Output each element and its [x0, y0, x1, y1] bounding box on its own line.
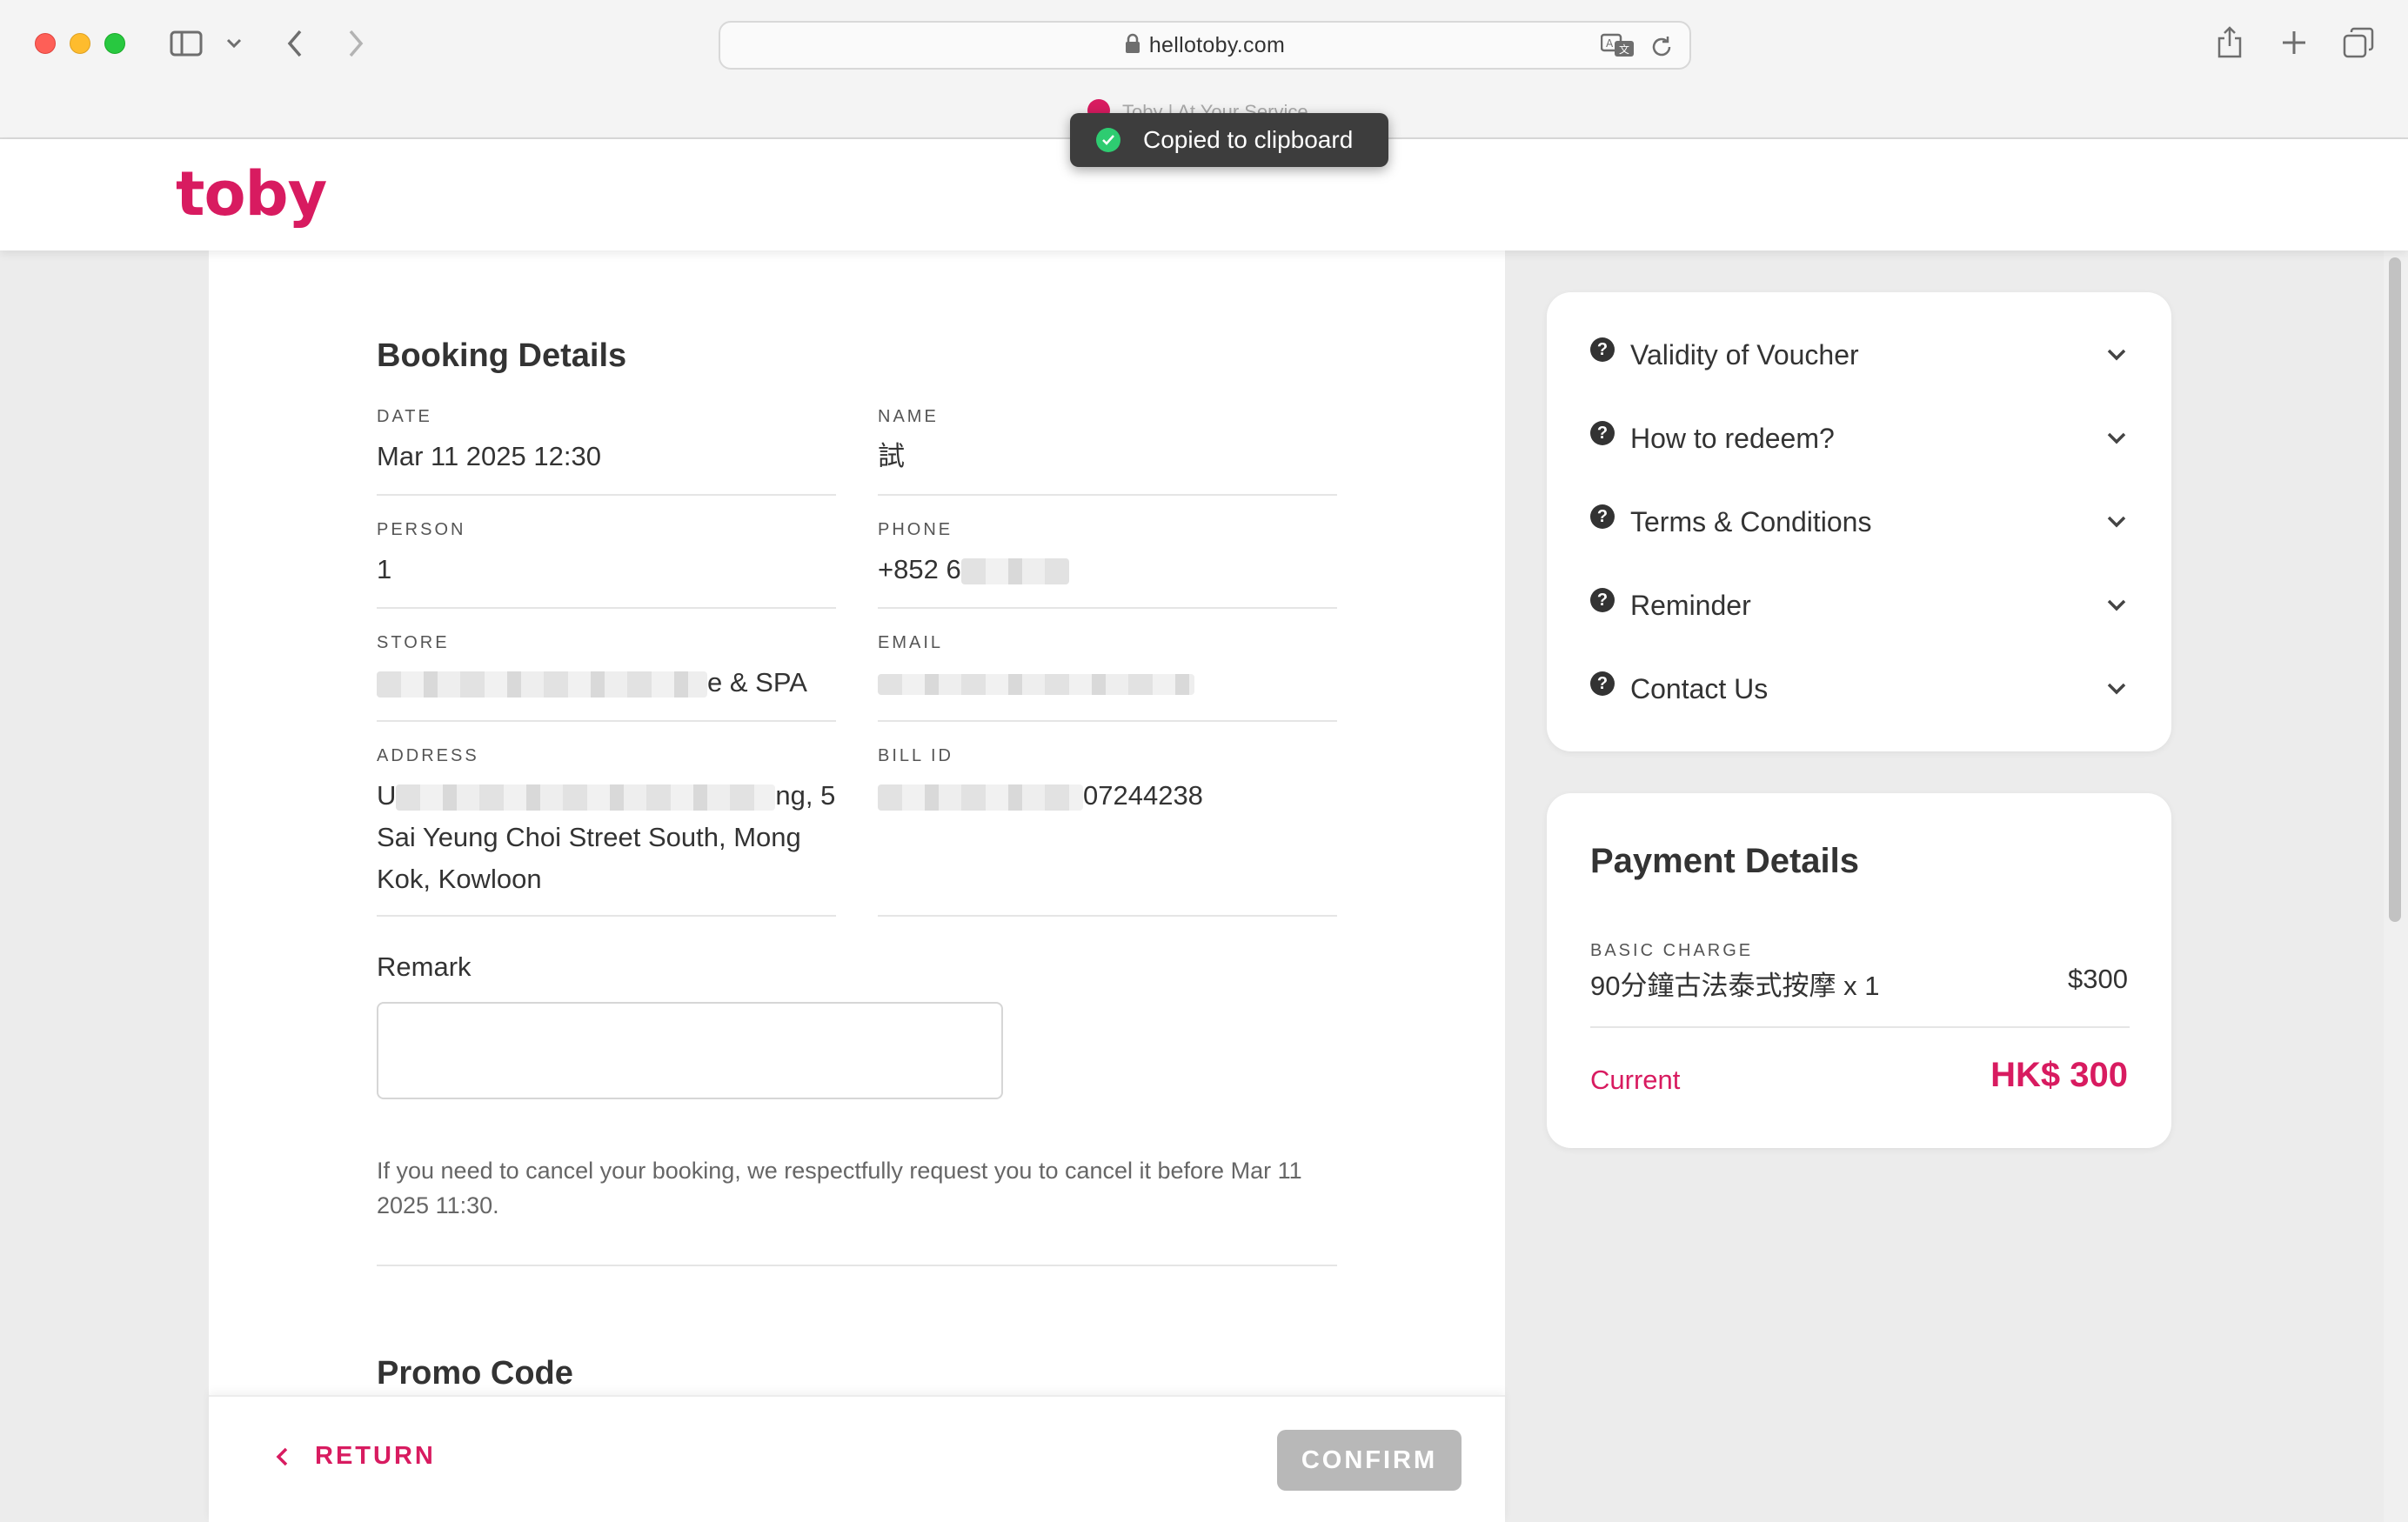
store-value: e & SPA	[707, 667, 807, 698]
service-amount: $300	[2068, 964, 2128, 994]
close-window-button[interactable]	[35, 33, 56, 54]
name-value: 試	[878, 441, 905, 471]
clipboard-toast: Copied to clipboard	[1070, 113, 1388, 167]
cancellation-note: If you need to cancel your booking, we r…	[377, 1158, 1302, 1218]
phone-value: +852 6	[878, 554, 961, 584]
remark-input[interactable]	[377, 1002, 1003, 1099]
tab-overview-icon[interactable]	[2342, 26, 2375, 59]
minimize-window-button[interactable]	[70, 33, 90, 54]
chevron-left-icon	[276, 1447, 288, 1465]
bill-id-value: 07244238	[1083, 780, 1203, 811]
question-icon: ?	[1590, 337, 1615, 362]
redacted-phone	[960, 557, 1069, 584]
payment-details-title: Payment Details	[1590, 842, 1860, 880]
question-icon: ?	[1590, 504, 1615, 529]
name-field: NAME 試	[878, 407, 1337, 496]
service-item: 90分鐘古法泰式按摩 x 1	[1590, 971, 1880, 1001]
faq-item-terms[interactable]: ? Terms & Conditions	[1590, 496, 2130, 548]
promo-code-title: Promo Code	[377, 1355, 573, 1392]
faq-item-redeem[interactable]: ? How to redeem?	[1590, 412, 2130, 464]
reload-icon[interactable]	[1649, 35, 1674, 63]
faq-item-reminder[interactable]: ? Reminder	[1590, 579, 2130, 631]
faq-item-validity[interactable]: ? Validity of Voucher	[1590, 329, 2130, 381]
question-icon: ?	[1590, 671, 1615, 696]
question-icon: ?	[1590, 421, 1615, 445]
forward-icon[interactable]	[343, 28, 369, 59]
payment-divider	[1590, 1026, 2130, 1028]
sidebar-toggle-icon[interactable]	[169, 30, 204, 57]
page-scrollbar-thumb[interactable]	[2389, 257, 2401, 922]
redacted-email	[878, 673, 1194, 695]
question-icon: ?	[1590, 588, 1615, 612]
zoom-window-button[interactable]	[104, 33, 125, 54]
redacted-bill-id	[878, 784, 1083, 811]
svg-text:文: 文	[1619, 43, 1629, 56]
person-field: PERSON 1	[377, 520, 836, 609]
toast-message: Copied to clipboard	[1143, 126, 1354, 153]
basic-charge-label: BASIC CHARGE	[1590, 941, 1754, 960]
booking-details-title: Booking Details	[377, 337, 627, 374]
person-value: 1	[377, 554, 392, 584]
chevron-down-icon	[2104, 425, 2130, 451]
current-label: Current	[1590, 1065, 1681, 1095]
return-button[interactable]: RETURN	[275, 1442, 436, 1471]
phone-field: PHONE +852 6	[878, 520, 1337, 609]
lock-icon	[1125, 33, 1140, 58]
payment-panel: Payment Details BASIC CHARGE 90分鐘古法泰式按摩 …	[1547, 793, 2171, 1148]
toby-logo[interactable]: toby	[176, 158, 327, 230]
faq-item-contact[interactable]: ? Contact Us	[1590, 663, 2130, 715]
section-divider	[377, 1265, 1337, 1266]
faq-panel: ? Validity of Voucher ? How to redeem? ?…	[1547, 292, 2171, 751]
back-icon[interactable]	[282, 28, 308, 59]
bill-id-field: BILL ID 07244238	[878, 746, 1337, 917]
return-label: RETURN	[315, 1442, 436, 1470]
translate-icon[interactable]: A文	[1600, 33, 1635, 62]
date-value: Mar 11 2025 12:30	[377, 441, 601, 471]
share-icon[interactable]	[2215, 24, 2244, 59]
chevron-down-icon	[2104, 342, 2130, 368]
chevron-down-icon	[2104, 509, 2130, 535]
confirm-button[interactable]: CONFIRM	[1277, 1430, 1462, 1491]
current-total: HK$ 300	[1990, 1056, 2128, 1094]
url-text: hellotoby.com	[1148, 32, 1286, 57]
store-field: STORE e & SPA	[377, 633, 836, 722]
remark-label: Remark	[377, 951, 472, 982]
chevron-down-icon	[2104, 676, 2130, 702]
chevron-down-icon[interactable]	[223, 35, 245, 52]
email-field: EMAIL	[878, 633, 1337, 722]
address-value: Sai Yeung Choi Street South, Mong Kok, K…	[377, 822, 801, 894]
booking-card: Booking Details DATE Mar 11 2025 12:30 N…	[209, 250, 1505, 1522]
redacted-store	[377, 671, 707, 698]
svg-text:A: A	[1606, 37, 1614, 50]
address-field: ADDRESS Ung, 5 Sai Yeung Choi Street Sou…	[377, 746, 836, 917]
redacted-address	[396, 784, 776, 811]
new-tab-icon[interactable]	[2279, 28, 2309, 57]
check-icon	[1096, 128, 1120, 152]
action-bar: RETURN CONFIRM	[209, 1395, 1505, 1522]
date-field: DATE Mar 11 2025 12:30	[377, 407, 836, 496]
chevron-down-icon	[2104, 592, 2130, 618]
address-bar[interactable]: hellotoby.com A文	[719, 21, 1691, 70]
